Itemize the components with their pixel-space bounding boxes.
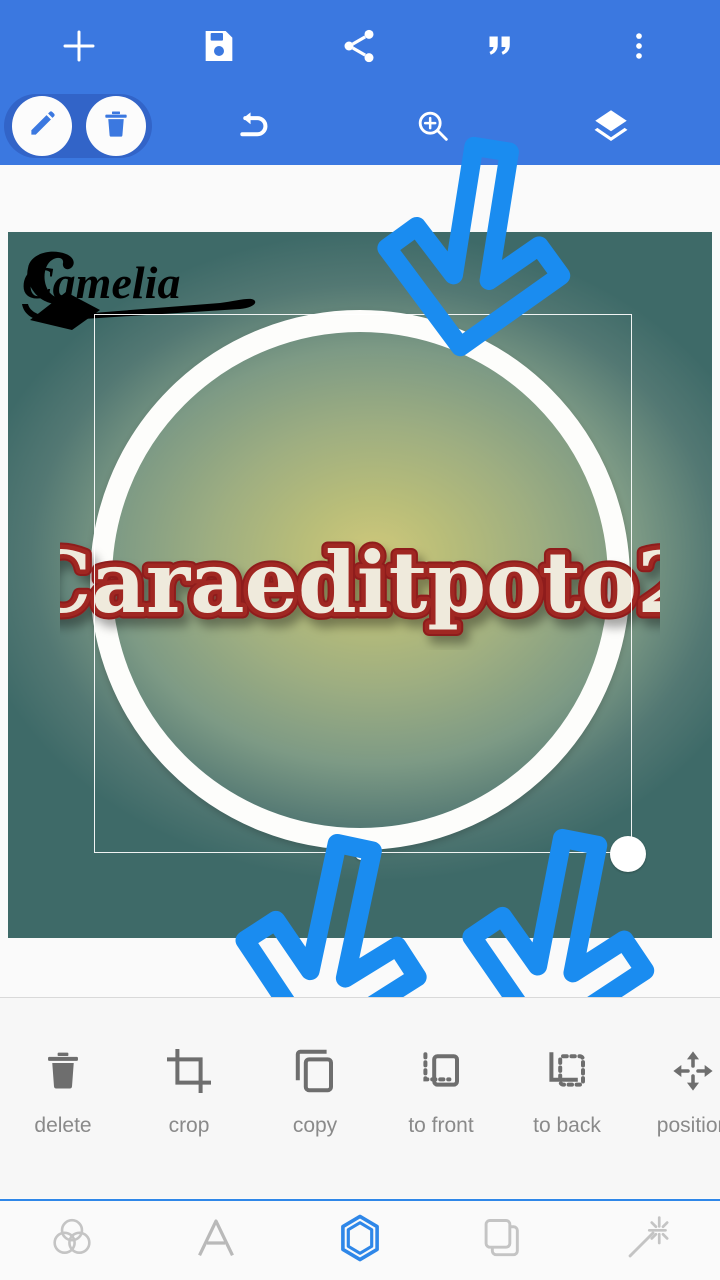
undo-icon [232, 105, 274, 147]
action-label: to back [533, 1114, 601, 1137]
undo-button[interactable] [222, 95, 284, 157]
resize-handle-bottom[interactable] [355, 847, 368, 860]
action-to-back[interactable]: to back [504, 998, 630, 1138]
ring-shape-sticker[interactable] [90, 310, 630, 850]
pencil-button[interactable] [12, 96, 72, 156]
action-label: to front [408, 1114, 474, 1137]
position-icon [668, 1040, 718, 1102]
magic-wand-icon [623, 1213, 673, 1268]
stickers-icon [479, 1213, 529, 1268]
object-actions-bar: delete crop copy to front to back positi… [0, 998, 720, 1198]
action-label: position [656, 1114, 720, 1137]
camelia-watermark-text: Camelia [22, 257, 180, 308]
quote-button[interactable] [468, 15, 530, 77]
crop-icon [165, 1040, 213, 1102]
delete-button[interactable] [86, 96, 146, 156]
save-icon [199, 26, 239, 66]
action-position[interactable]: position [630, 998, 720, 1138]
to-back-icon [543, 1040, 591, 1102]
more-menu-icon [622, 29, 656, 63]
more-menu-button[interactable] [608, 15, 670, 77]
share-button[interactable] [328, 15, 390, 77]
zoom-in-icon [413, 106, 453, 146]
shapes-icon [333, 1211, 387, 1270]
action-label: delete [34, 1114, 92, 1137]
action-crop[interactable]: crop [126, 998, 252, 1138]
nav-item-shapes[interactable] [288, 1201, 432, 1280]
photo-canvas[interactable]: Camelia Caraeditpoto2 Carae [8, 232, 712, 938]
layers-icon [590, 105, 632, 147]
canvas-area[interactable]: Camelia Caraeditpoto2 Carae [0, 165, 720, 998]
share-icon [339, 26, 379, 66]
filters-icon [46, 1212, 98, 1269]
action-delete[interactable]: delete [0, 998, 126, 1138]
pencil-icon [25, 107, 59, 146]
save-button[interactable] [188, 15, 250, 77]
zoom-in-button[interactable] [402, 95, 464, 157]
action-to-front[interactable]: to front [378, 998, 504, 1138]
add-button[interactable] [48, 15, 110, 77]
nav-item-stickers[interactable] [432, 1201, 576, 1280]
photo-editor-screen: Camelia Caraeditpoto2 Carae [0, 0, 720, 1280]
copy-icon [291, 1040, 339, 1102]
nav-item-effects[interactable] [576, 1201, 720, 1280]
nav-item-filters[interactable] [0, 1201, 144, 1280]
quote-icon [480, 27, 518, 65]
action-copy[interactable]: copy [252, 998, 378, 1138]
action-label: crop [168, 1114, 210, 1137]
text-icon [190, 1212, 242, 1269]
layers-button[interactable] [580, 95, 642, 157]
resize-handle-corner[interactable] [610, 836, 646, 872]
bottom-nav [0, 1201, 720, 1280]
camelia-watermark: Camelia [14, 246, 264, 331]
action-label: copy [292, 1114, 338, 1137]
to-front-icon [417, 1040, 465, 1102]
nav-item-text[interactable] [144, 1201, 288, 1280]
trash-icon [100, 108, 132, 145]
top-toolbar [0, 0, 720, 165]
trash-icon [40, 1040, 86, 1102]
add-icon [58, 25, 100, 67]
